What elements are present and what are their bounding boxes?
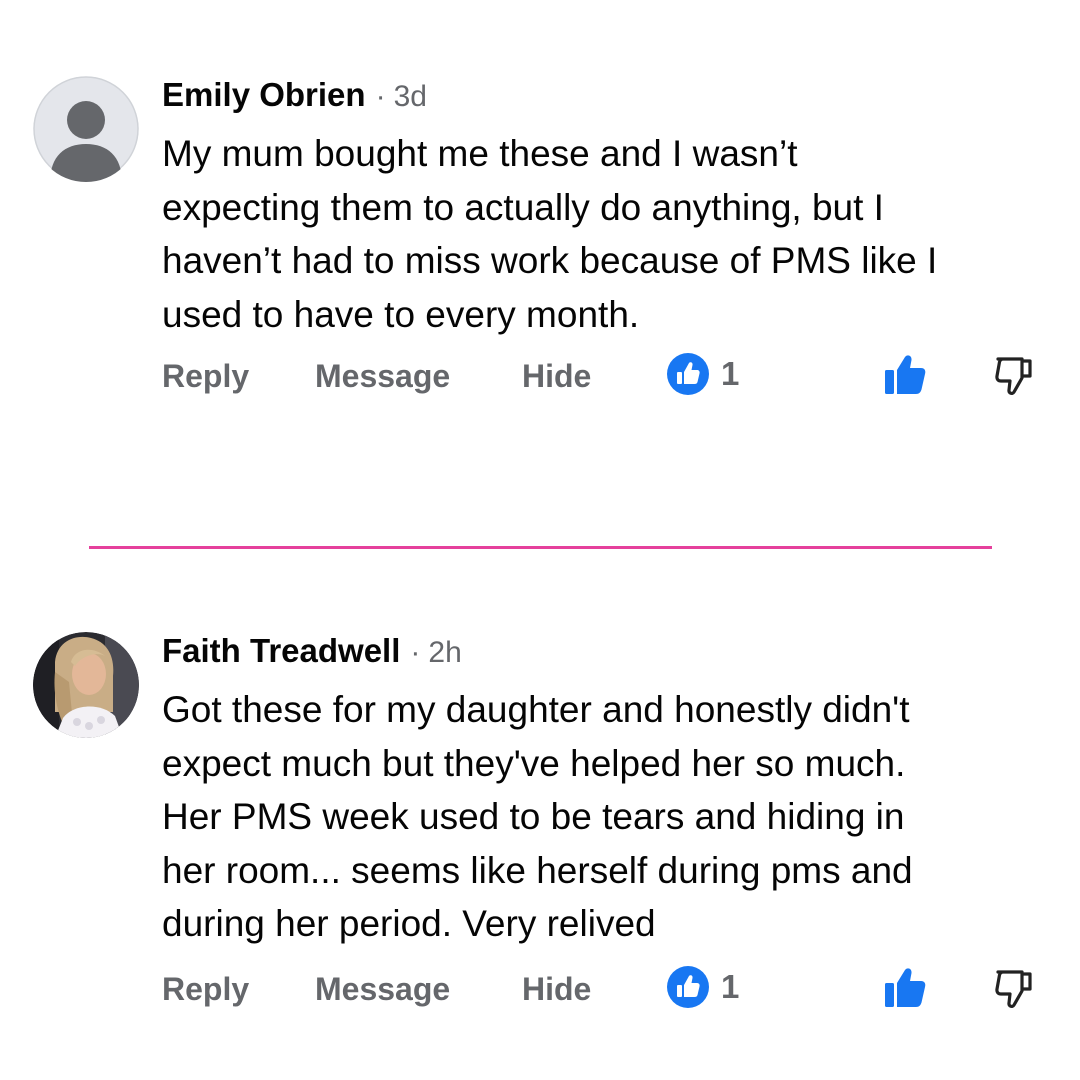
comment-header: Emily Obrien · 3d <box>162 76 1042 116</box>
comment-author[interactable]: Faith Treadwell <box>162 632 400 670</box>
comment-text-line: expecting them to actually do anything, … <box>162 186 884 228</box>
reaction-summary[interactable]: 1 <box>666 352 739 396</box>
reaction-count: 1 <box>721 968 740 1005</box>
like-reaction-icon <box>667 966 709 1008</box>
comment-time[interactable]: 3d <box>394 80 427 114</box>
reaction-summary[interactable]: 1 <box>666 965 739 1009</box>
message-button[interactable]: Message <box>315 358 450 395</box>
comment-text-line: My mum bought me these and I wasn’t <box>162 133 798 174</box>
comment-text-line: Her PMS week used to be tears and hiding… <box>162 796 905 837</box>
comment-text-line: during her period. Very relived <box>162 903 656 944</box>
comment-text: Got these for my daughter and honestly d… <box>162 683 1042 951</box>
comment-text: My mum bought me these and I wasn’t expe… <box>162 127 1042 341</box>
like-button[interactable] <box>880 352 930 398</box>
comment-actions: Reply Message Hide 1 <box>0 965 1080 1011</box>
separator-dot: · <box>410 636 421 669</box>
profile-photo <box>33 632 139 738</box>
like-reaction-icon <box>667 353 709 395</box>
comment-time[interactable]: 2h <box>428 636 461 670</box>
reply-button[interactable]: Reply <box>162 971 249 1008</box>
comment-body: Faith Treadwell · 2h Got these for my da… <box>162 632 1042 951</box>
comment-body: Emily Obrien · 3d My mum bought me these… <box>162 76 1042 341</box>
comment-author[interactable]: Emily Obrien <box>162 76 366 114</box>
hide-button[interactable]: Hide <box>522 971 591 1008</box>
comment-actions: Reply Message Hide 1 <box>0 352 1080 398</box>
avatar[interactable] <box>33 632 139 738</box>
comment-text-line: expect much but they've helped her so mu… <box>162 742 906 784</box>
reaction-count: 1 <box>721 355 740 392</box>
message-button[interactable]: Message <box>315 971 450 1008</box>
comment-text-line: haven’t had to miss work because of PMS … <box>162 240 938 281</box>
comment-text-line: Got these for my daughter and honestly d… <box>162 689 910 730</box>
thumbs-up-icon <box>885 968 926 1007</box>
reply-button[interactable]: Reply <box>162 358 249 395</box>
comment-header: Faith Treadwell · 2h <box>162 632 1042 672</box>
comment-text-line: her room... seems like herself during pm… <box>162 849 913 891</box>
default-avatar-icon <box>33 76 139 182</box>
thumbs-down-icon <box>995 357 1032 395</box>
separator-dot: · <box>375 80 386 113</box>
like-button[interactable] <box>880 965 930 1011</box>
dislike-button[interactable] <box>992 967 1036 1011</box>
dislike-button[interactable] <box>992 354 1036 398</box>
avatar[interactable] <box>33 76 139 182</box>
thumbs-up-icon <box>885 355 926 394</box>
hide-button[interactable]: Hide <box>522 358 591 395</box>
thumbs-down-icon <box>995 970 1032 1008</box>
divider-line <box>89 546 992 549</box>
comment-text-line: used to have to every month. <box>162 293 640 335</box>
